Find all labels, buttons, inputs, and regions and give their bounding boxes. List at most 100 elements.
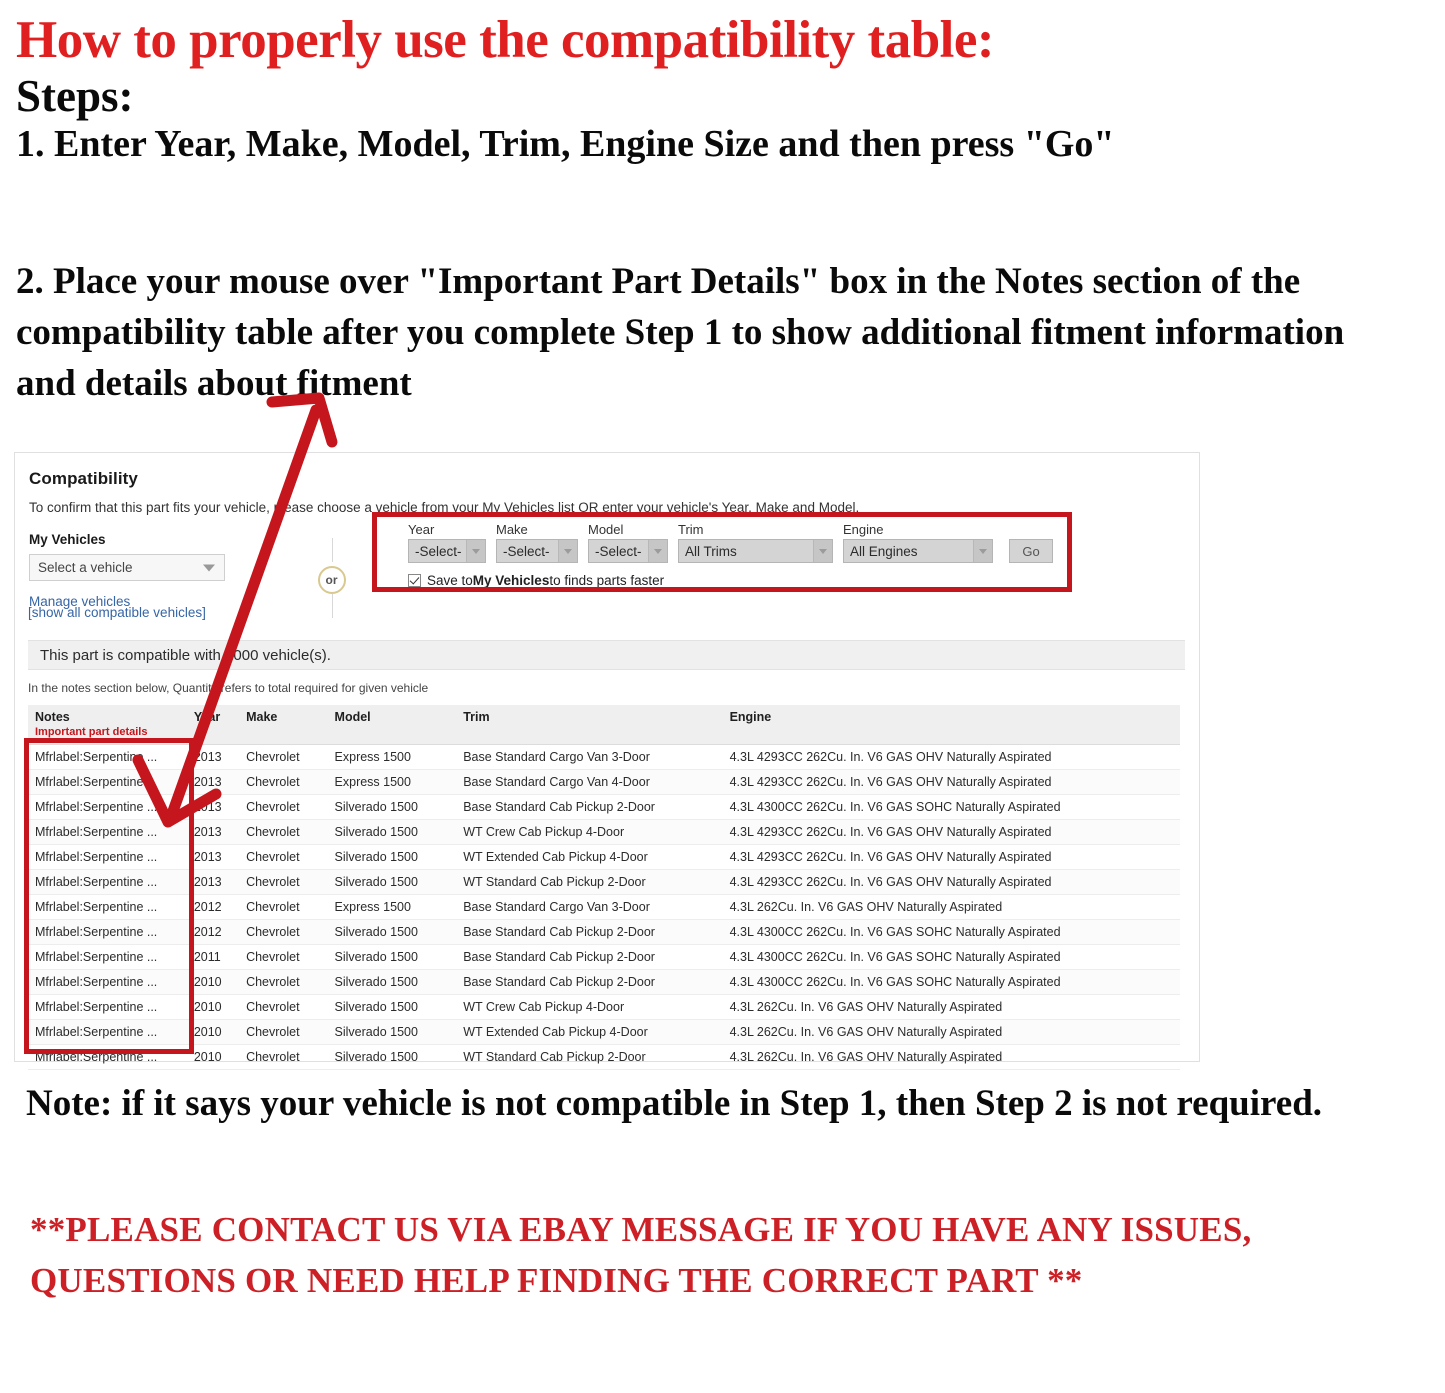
cell-trim: Base Standard Cab Pickup 2-Door <box>456 794 723 820</box>
year-select[interactable]: -Select- <box>408 539 486 563</box>
cell-trim: Base Standard Cab Pickup 2-Door <box>456 944 723 970</box>
cell-engine: 4.3L 4293CC 262Cu. In. V6 GAS OHV Natura… <box>722 819 1180 845</box>
make-select[interactable]: -Select- <box>496 539 578 563</box>
engine-field-group: Engine All Engines <box>843 522 993 563</box>
column-header-notes-sub: Important part details <box>35 726 148 738</box>
table-row: Mfrlabel:Serpentine ... 2013 Chevrolet Expr… <box>28 769 1180 795</box>
page-title: How to properly use the compatibility ta… <box>16 11 995 69</box>
cell-year: 2013 <box>186 819 240 845</box>
save-prefix-text: Save to <box>427 573 473 588</box>
cell-make: Chevrolet <box>239 744 328 770</box>
model-select-value: -Select- <box>595 543 642 559</box>
cell-year: 2010 <box>186 1019 240 1045</box>
cell-notes: Mfrlabel:Serpentine ... <box>28 819 187 845</box>
table-row: Mfrlabel:Serpentine ... 2010 Chevrolet Silv… <box>28 1044 1180 1070</box>
save-vehicle-row[interactable]: Save to My Vehicles to finds parts faste… <box>408 573 1053 588</box>
cell-year: 2012 <box>186 894 240 920</box>
compatibility-count-banner: This part is compatible with 1000 vehicl… <box>28 640 1185 670</box>
table-row: Mfrlabel:Serpentine ... 2013 Chevrolet Silv… <box>28 869 1180 895</box>
cell-engine: 4.3L 4293CC 262Cu. In. V6 GAS OHV Natura… <box>722 844 1180 870</box>
cell-trim: WT Extended Cab Pickup 4-Door <box>456 844 723 870</box>
cell-trim: WT Crew Cab Pickup 4-Door <box>456 819 723 845</box>
table-row: Mfrlabel:Serpentine ... 2011 Chevrolet Silv… <box>28 944 1180 970</box>
engine-select[interactable]: All Engines <box>843 539 993 563</box>
cell-notes: Mfrlabel:Serpentine ... <box>28 894 187 920</box>
compatibility-subtitle: To confirm that this part fits your vehi… <box>29 500 860 515</box>
make-label: Make <box>496 522 528 537</box>
table-row: Mfrlabel:Serpentine ... 2010 Chevrolet Silv… <box>28 994 1180 1020</box>
vehicle-form-fields: Year -Select- Make -Select- Model -Selec… <box>408 522 1053 563</box>
make-select-value: -Select- <box>503 543 550 559</box>
table-row: Mfrlabel:Serpentine ... 2013 Chevrolet Silv… <box>28 819 1180 845</box>
cell-notes: Mfrlabel:Serpentine ... <box>28 869 187 895</box>
cell-make: Chevrolet <box>239 994 328 1020</box>
column-header-make: Make <box>239 705 328 745</box>
table-head: Notes Important part details Year Make M… <box>28 705 1180 745</box>
cell-model: Silverado 1500 <box>327 1019 457 1045</box>
year-select-value: -Select- <box>415 543 462 559</box>
model-select[interactable]: -Select- <box>588 539 668 563</box>
chevron-down-icon <box>558 540 577 562</box>
compatibility-heading: Compatibility <box>29 469 138 488</box>
trim-label: Trim <box>678 522 704 537</box>
cell-notes: Mfrlabel:Serpentine ... <box>28 919 187 945</box>
cell-engine: 4.3L 4300CC 262Cu. In. V6 GAS SOHC Natur… <box>722 944 1180 970</box>
cell-model: Silverado 1500 <box>327 869 457 895</box>
column-header-notes-label: Notes <box>35 710 70 724</box>
cell-trim: WT Crew Cab Pickup 4-Door <box>456 994 723 1020</box>
column-header-trim: Trim <box>456 705 723 745</box>
cell-make: Chevrolet <box>239 869 328 895</box>
cell-make: Chevrolet <box>239 919 328 945</box>
cell-engine: 4.3L 4300CC 262Cu. In. V6 GAS SOHC Natur… <box>722 969 1180 995</box>
cell-trim: Base Standard Cargo Van 3-Door <box>456 894 723 920</box>
table-row: Mfrlabel:Serpentine ... 2013 Chevrolet Silv… <box>28 844 1180 870</box>
my-vehicles-select-value: Select a vehicle <box>38 560 133 575</box>
cell-engine: 4.3L 4293CC 262Cu. In. V6 GAS OHV Natura… <box>722 744 1180 770</box>
table-row: Mfrlabel:Serpentine ... 2013 Chevrolet Silv… <box>28 794 1180 820</box>
cell-make: Chevrolet <box>239 819 328 845</box>
cell-make: Chevrolet <box>239 844 328 870</box>
cell-model: Silverado 1500 <box>327 994 457 1020</box>
cell-model: Silverado 1500 <box>327 919 457 945</box>
cell-model: Express 1500 <box>327 769 457 795</box>
column-header-year: Year <box>186 705 240 745</box>
column-header-engine: Engine <box>722 705 1180 745</box>
model-field-group: Model -Select- <box>588 522 668 563</box>
table-body: Mfrlabel:Serpentine ... 2013 Chevrolet Expr… <box>28 744 1180 1070</box>
cell-trim: Base Standard Cab Pickup 2-Door <box>456 919 723 945</box>
cell-model: Silverado 1500 <box>327 794 457 820</box>
my-vehicles-select[interactable]: Select a vehicle <box>29 554 225 581</box>
column-header-model: Model <box>327 705 457 745</box>
my-vehicles-label: My Vehicles <box>29 532 106 547</box>
trim-select[interactable]: All Trims <box>678 539 833 563</box>
table-row: Mfrlabel:Serpentine ... 2012 Chevrolet Expr… <box>28 894 1180 920</box>
cell-make: Chevrolet <box>239 944 328 970</box>
cell-notes: Mfrlabel:Serpentine ... <box>28 744 187 770</box>
cell-engine: 4.3L 4293CC 262Cu. In. V6 GAS OHV Natura… <box>722 869 1180 895</box>
vehicle-search-form: Year -Select- Make -Select- Model -Selec… <box>408 522 1053 588</box>
go-button[interactable]: Go <box>1009 539 1053 563</box>
chevron-down-icon <box>648 540 667 562</box>
step-2-text: 2. Place your mouse over "Important Part… <box>16 261 1345 405</box>
cell-notes: Mfrlabel:Serpentine ... <box>28 769 187 795</box>
show-all-compatible-vehicles-link[interactable]: [show all compatible vehicles] <box>28 605 206 620</box>
trim-field-group: Trim All Trims <box>678 522 833 563</box>
cell-year: 2013 <box>186 769 240 795</box>
cell-make: Chevrolet <box>239 769 328 795</box>
cell-model: Silverado 1500 <box>327 969 457 995</box>
make-field-group: Make -Select- <box>496 522 578 563</box>
save-vehicle-checkbox[interactable] <box>408 574 421 587</box>
cell-year: 2011 <box>186 944 240 970</box>
or-divider-line-bottom <box>331 594 333 618</box>
cell-year: 2010 <box>186 969 240 995</box>
cell-notes: Mfrlabel:Serpentine ... <box>28 794 187 820</box>
table-row: Mfrlabel:Serpentine ... 2012 Chevrolet Silv… <box>28 919 1180 945</box>
cell-notes: Mfrlabel:Serpentine ... <box>28 1019 187 1045</box>
year-label: Year <box>408 522 435 537</box>
instructions-block: How to properly use the compatibility ta… <box>16 14 1416 166</box>
my-vehicles-column: My Vehicles Select a vehicle Manage vehi… <box>29 532 284 609</box>
or-badge-label: or <box>317 566 346 594</box>
cell-model: Silverado 1500 <box>327 1044 457 1070</box>
table-row: Mfrlabel:Serpentine ... 2010 Chevrolet Silv… <box>28 969 1180 995</box>
cell-make: Chevrolet <box>239 1019 328 1045</box>
